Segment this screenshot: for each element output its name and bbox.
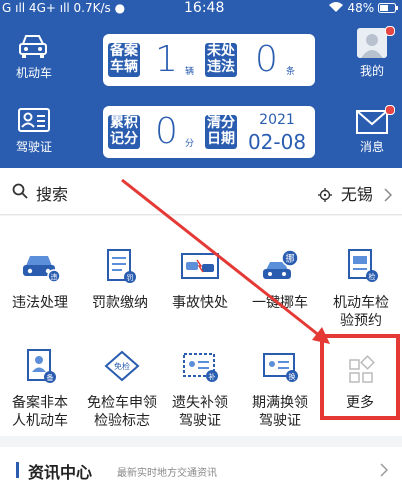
battery-indicator: 48%: [328, 1, 398, 15]
vehicle-button[interactable]: 机动车: [2, 32, 66, 81]
service-fine-payment[interactable]: 罚 罚款缴纳: [80, 246, 160, 312]
svg-text:违: 违: [51, 273, 58, 281]
service-label-line1: 机动车检: [333, 295, 389, 311]
service-label-line2: 驾驶证: [259, 413, 301, 429]
city-name: 无锡: [340, 185, 373, 204]
news-title: 资讯中心: [28, 463, 93, 482]
service-accident[interactable]: 事故快处: [160, 246, 240, 312]
lost-license-icon: 补: [183, 353, 218, 382]
service-label: 更多: [346, 395, 374, 411]
car-violation-icon: 违: [23, 256, 61, 283]
license-summary-card[interactable]: 累积 记分 0 分 清分 日期 2021 02-08: [103, 106, 315, 158]
svg-text:备: 备: [47, 373, 54, 382]
registered-label: 备案 车辆: [108, 43, 140, 77]
violations-unit: 条: [286, 67, 296, 77]
svg-text:补: 补: [209, 372, 216, 381]
message-label: 消息: [359, 140, 384, 154]
exempt-badge-icon: 免检: [104, 350, 140, 382]
service-exempt-badge[interactable]: 免检 免检车申领 检验标志: [80, 346, 164, 430]
service-label: 一键挪车: [252, 295, 308, 311]
service-label-line2: 驾驶证: [179, 413, 221, 429]
chevron-right-icon: [384, 188, 393, 202]
clear-date: 02-08: [247, 130, 307, 154]
signal-indicators: G ıll 4G+ ıll 0.7K/s ●: [2, 1, 126, 15]
svg-text:挪: 挪: [285, 253, 294, 265]
service-move-car[interactable]: 挪 一键挪车: [240, 246, 320, 312]
chevron-right-icon: [380, 463, 388, 477]
registered-unit: 辆: [185, 67, 195, 77]
service-label: 违法处理: [12, 295, 68, 311]
mine-button[interactable]: 我的: [340, 26, 402, 79]
registered-count: 1: [155, 39, 178, 80]
more-icon: [349, 355, 375, 383]
message-button[interactable]: 消息: [340, 105, 402, 155]
accident-icon: [181, 253, 219, 279]
service-label-line1: 免检车申领: [87, 395, 157, 411]
service-label: 事故快处: [172, 295, 228, 311]
clear-year: 2021: [259, 112, 295, 128]
service-label: 罚款缴纳: [92, 295, 148, 311]
id-card-icon: [18, 108, 50, 132]
news-center-row[interactable]: 资讯中心 最新实时地方交通资讯: [0, 447, 402, 491]
services-grid: 违 违法处理 罚 罚款缴纳 事故快处 挪 一键挪车 检 机动车检 验预约 备 备…: [0, 216, 402, 436]
status-bar: G ıll 4G+ ıll 0.7K/s ● 16:48 48%: [0, 0, 402, 18]
battery-icon: [378, 3, 398, 13]
move-car-icon: 挪: [263, 249, 299, 279]
violations-label: 未处 违法: [205, 43, 237, 77]
renew-license-icon: 换: [263, 353, 298, 382]
news-subtitle: 最新实时地方交通资讯: [117, 468, 217, 479]
service-lost-license[interactable]: 补 遗失补领 驾驶证: [160, 346, 240, 430]
search-icon: [12, 183, 28, 199]
clear-date-label: 清分 日期: [205, 115, 237, 149]
points-count: 0: [155, 111, 178, 152]
dashboard-header: 机动车 驾驶证 备案 车辆 1 辆 未处 违法 0 条 累积 记分 0 分 清分…: [0, 18, 402, 168]
city-selector[interactable]: 无锡: [317, 181, 393, 205]
avatar-icon: [357, 28, 387, 58]
service-inspection[interactable]: 检 机动车检 验预约: [320, 246, 402, 330]
service-renew-license[interactable]: 换 期满换领 驾驶证: [240, 346, 320, 430]
service-more[interactable]: 更多: [320, 334, 400, 420]
register-icon: 备: [27, 349, 56, 383]
service-label-line2: 人机动车: [12, 413, 68, 429]
service-label-line1: 备案非本: [12, 395, 68, 411]
inspection-icon: 检: [348, 249, 378, 282]
message-notification-dot: [385, 105, 395, 115]
fine-document-icon: 罚: [107, 249, 136, 283]
license-label: 驾驶证: [15, 140, 52, 154]
license-button[interactable]: 驾驶证: [2, 106, 66, 155]
service-label-line2: 检验标志: [94, 413, 150, 429]
vehicle-summary-card[interactable]: 备案 车辆 1 辆 未处 违法 0 条: [103, 34, 315, 86]
mail-icon: [356, 110, 388, 134]
car-icon: [19, 35, 47, 58]
mine-label: 我的: [359, 64, 384, 78]
service-register-other[interactable]: 备 备案非本 人机动车: [0, 346, 80, 430]
clock: 16:48: [184, 0, 225, 16]
service-label-line1: 期满换领: [252, 395, 308, 411]
vehicle-label: 机动车: [15, 66, 52, 80]
service-label-line1: 遗失补领: [172, 395, 228, 411]
svg-text:免检: 免检: [114, 361, 130, 371]
news-accent-bar: [16, 462, 19, 478]
search-placeholder: 搜索: [36, 185, 69, 204]
service-label-line2: 验预约: [340, 313, 382, 329]
points-label: 累积 记分: [108, 115, 140, 149]
service-violation[interactable]: 违 违法处理: [0, 246, 80, 312]
location-target-icon: [317, 188, 332, 202]
violations-count: 0: [255, 39, 278, 80]
wifi-icon: [328, 2, 343, 12]
points-unit: 分: [185, 139, 195, 149]
svg-text:换: 换: [289, 372, 296, 381]
svg-text:检: 检: [369, 272, 376, 281]
svg-text:罚: 罚: [127, 274, 134, 282]
search-bar[interactable]: 搜索 无锡: [0, 168, 402, 215]
mine-notification-dot: [385, 26, 395, 36]
battery-percent: 48%: [347, 1, 375, 15]
